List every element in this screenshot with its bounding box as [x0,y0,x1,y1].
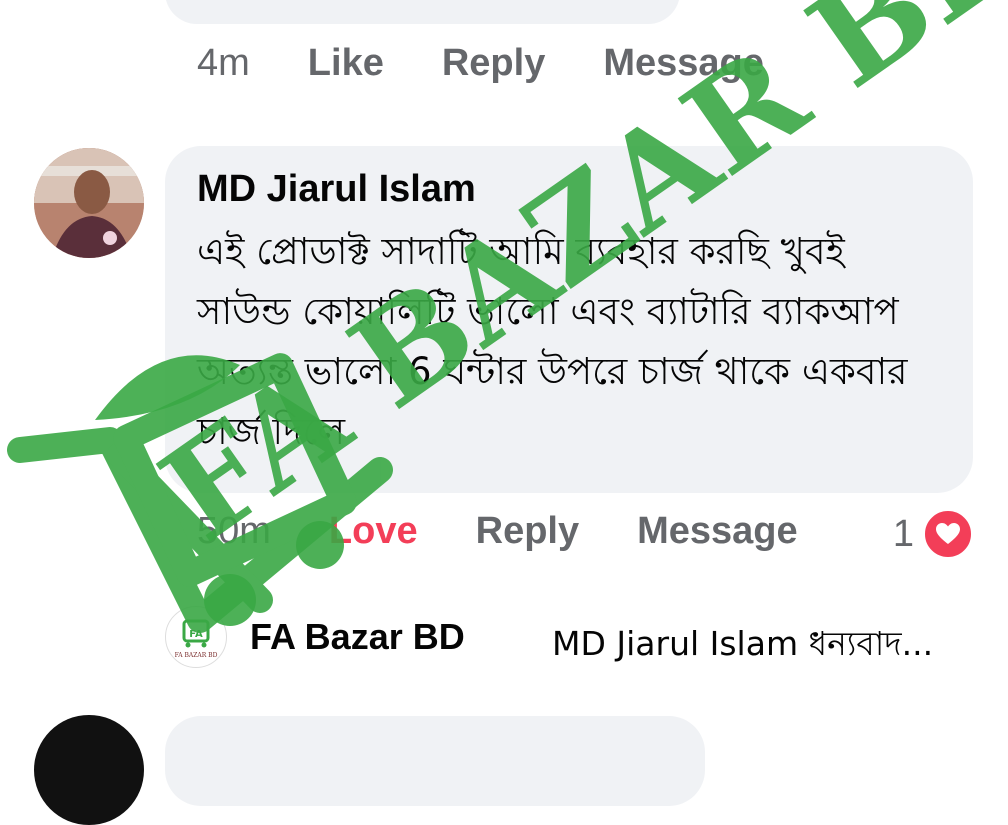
reply-author[interactable]: FA Bazar BD [250,616,465,658]
comment-text: এই প্রোডাক্ট সাদাটি আমি ব্যবহার করছি খুব… [197,230,908,453]
svg-text:FA BAZAR BD: FA BAZAR BD [175,652,218,659]
comment-timestamp: 50m [197,510,271,552]
message-button[interactable]: Message [637,510,798,553]
page-avatar[interactable]: FA FA BAZAR BD [165,606,227,668]
message-button[interactable]: Message [603,42,764,85]
heart-icon [922,508,974,560]
next-comment-bubble [165,716,705,806]
love-reaction-button[interactable]: Love [329,510,418,553]
previous-comment-actions: 4m Like Reply Message [197,42,764,85]
avatar[interactable] [34,715,144,825]
reply-preview[interactable]: MD Jiarul Islam ধন্যবাদ... [552,618,933,674]
reaction-summary[interactable]: 1 [893,508,974,560]
svg-text:FA: FA [189,629,203,640]
reply-thread-item[interactable]: FA FA BAZAR BD FA Bazar BD MD Jiarul Isl… [165,604,985,668]
comment-author[interactable]: MD Jiarul Islam [197,168,476,211]
like-button[interactable]: Like [308,42,384,85]
reply-button[interactable]: Reply [442,42,545,85]
reaction-count: 1 [892,512,914,555]
comment-timestamp: 4m [197,42,250,84]
previous-comment-bubble [165,0,680,24]
comment-actions: 50m Love Reply Message [197,510,798,553]
reply-button[interactable]: Reply [476,510,579,553]
avatar[interactable] [34,148,144,258]
